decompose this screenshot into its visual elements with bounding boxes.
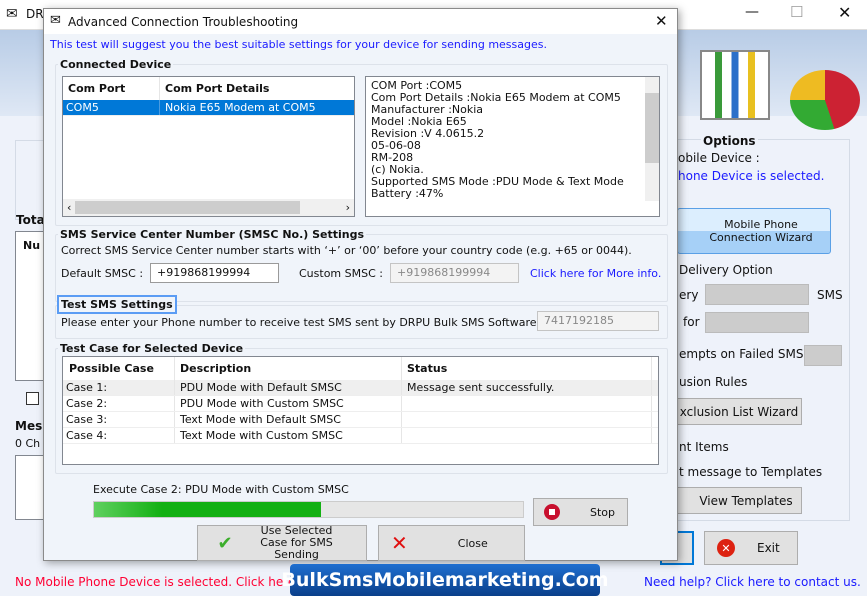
checkbox[interactable] — [26, 392, 39, 405]
column-header[interactable]: Status — [402, 357, 652, 380]
cell: PDU Mode with Custom SMSC — [175, 396, 402, 411]
test-case-label: Test Case for Selected Device — [58, 342, 246, 355]
maximize-button[interactable]: ☐ — [790, 3, 803, 21]
options-title: Options — [701, 134, 758, 148]
cell: Text Mode with Custom SMSC — [175, 428, 402, 443]
scroll-right-icon[interactable]: › — [346, 201, 350, 214]
check-icon: ✔ — [217, 532, 233, 554]
char-count: 0 Ch — [15, 437, 41, 450]
message-label: Mes — [15, 419, 43, 433]
test-case-table[interactable]: Possible Case Description Status Case 1:… — [62, 356, 659, 465]
sent-items-label: nt Items — [679, 440, 729, 454]
view-templates-button[interactable]: View Templates — [660, 487, 802, 514]
sms-label: SMS — [817, 288, 843, 302]
close-main-button[interactable]: ✕ — [838, 3, 851, 22]
total-label: Tota — [16, 213, 45, 227]
chart-graphic-icon — [700, 50, 770, 120]
connection-wizard-button[interactable]: Mobile Phone Connection Wizard — [677, 208, 831, 254]
close-button[interactable]: ✕ Close — [378, 525, 525, 561]
column-header[interactable]: Description — [175, 357, 402, 380]
progress-bar — [93, 501, 524, 518]
column-header[interactable]: Possible Case — [63, 357, 175, 380]
default-smsc-input[interactable]: +919868199994 — [150, 263, 279, 283]
smsc-label: SMS Service Center Number (SMSC No.) Set… — [58, 228, 367, 241]
test-sms-hint: Please enter your Phone number to receiv… — [61, 316, 541, 329]
attempts-label: empts on Failed SMS — [679, 347, 804, 361]
dialog-title: Advanced Connection Troubleshooting — [68, 15, 299, 29]
use-selected-case-button[interactable]: ✔ Use Selected Case for SMS Sending — [197, 525, 367, 561]
table-row[interactable]: Case 1: PDU Mode with Default SMSC Message… — [63, 380, 658, 396]
cell — [402, 428, 652, 443]
status-error-link[interactable]: No Mobile Phone Device is selected. Clic… — [15, 575, 304, 589]
exit-icon: ✕ — [717, 539, 735, 557]
cell: Case 3: — [63, 412, 175, 427]
delivery-label: ery — [679, 288, 699, 302]
num-column-header: Nu — [23, 239, 41, 252]
detail-line: Battery :47% — [371, 187, 444, 200]
message-textarea[interactable] — [15, 455, 45, 520]
cell: Message sent successfully. — [402, 380, 652, 395]
vertical-scrollbar[interactable] — [645, 77, 659, 201]
scroll-thumb[interactable] — [645, 93, 659, 163]
delivery-combo[interactable] — [705, 284, 809, 305]
dialog-app-icon: ✉ — [50, 13, 61, 28]
progress-fill — [94, 502, 322, 517]
device-details-box[interactable]: COM Port :COM5 Com Port Details :Nokia E6… — [365, 76, 660, 217]
cell — [402, 412, 652, 427]
for-combo[interactable] — [705, 312, 809, 333]
templates-label: t message to Templates — [679, 465, 823, 479]
cell — [402, 396, 652, 411]
default-smsc-label: Default SMSC : — [61, 267, 144, 280]
test-sms-label: Test SMS Settings — [57, 295, 177, 314]
cell: Text Mode with Default SMSC — [175, 412, 402, 427]
table-row[interactable]: COM5 Nokia E65 Modem at COM5 — [63, 100, 354, 116]
dialog-close-button[interactable]: ✕ — [655, 12, 668, 30]
scroll-thumb[interactable] — [75, 201, 301, 214]
com-port-list[interactable]: Com Port Com Port Details COM5 Nokia E65… — [62, 76, 355, 217]
cell: COM5 — [63, 100, 160, 115]
device-details-text: COM Port :COM5 Com Port Details :Nokia E6… — [371, 80, 654, 200]
cell: Case 2: — [63, 396, 175, 411]
intro-text: This test will suggest you the best suit… — [50, 38, 547, 51]
close-x-icon: ✕ — [391, 531, 408, 555]
test-phone-input[interactable]: 7417192185 — [537, 311, 659, 331]
column-header[interactable]: Com Port — [63, 77, 160, 100]
smsc-hint: Correct SMS Service Center number starts… — [61, 244, 632, 257]
pie-graphic-icon — [790, 70, 860, 130]
more-info-link[interactable]: Click here for More info. — [530, 267, 661, 280]
cell: PDU Mode with Default SMSC — [175, 380, 402, 395]
table-row[interactable]: Case 4: Text Mode with Custom SMSC — [63, 428, 658, 444]
exclusion-rules-label: usion Rules — [679, 375, 748, 389]
device-status: hone Device is selected. — [678, 169, 825, 183]
cell: Case 1: — [63, 380, 175, 395]
troubleshooting-dialog: ✉ Advanced Connection Troubleshooting ✕ … — [43, 8, 678, 561]
scroll-left-icon[interactable]: ‹ — [67, 201, 71, 214]
connected-device-label: Connected Device — [58, 58, 174, 71]
table-row[interactable]: Case 2: PDU Mode with Custom SMSC — [63, 396, 658, 412]
table-row[interactable]: Case 3: Text Mode with Default SMSC — [63, 412, 658, 428]
detail-line: 05-06-08 — [371, 139, 421, 152]
delivery-option-label: Delivery Option — [679, 263, 773, 277]
exit-button[interactable]: ✕ Exit — [704, 531, 798, 565]
for-label: for — [683, 315, 700, 329]
horizontal-scrollbar[interactable]: ‹ › — [63, 199, 354, 216]
custom-smsc-input[interactable]: +919868199994 — [390, 263, 519, 283]
execute-status: Execute Case 2: PDU Mode with Custom SMS… — [93, 483, 349, 496]
column-header[interactable]: Com Port Details — [160, 77, 350, 100]
exclusion-wizard-button[interactable]: xclusion List Wizard — [660, 398, 802, 425]
cell: Case 4: — [63, 428, 175, 443]
mobile-device-label: obile Device : — [678, 151, 760, 165]
numbers-list[interactable]: Nu — [15, 231, 45, 381]
help-link[interactable]: Need help? Click here to contact us. — [644, 575, 861, 589]
cell: Nokia E65 Modem at COM5 — [165, 101, 316, 114]
stop-button[interactable]: Stop — [533, 498, 628, 526]
minimize-button[interactable]: — — [745, 4, 759, 20]
dialog-title-bar: ✉ Advanced Connection Troubleshooting ✕ — [44, 9, 677, 34]
watermark-logo: BulkSmsMobilemarketing.Com — [281, 564, 609, 596]
custom-smsc-label: Custom SMSC : — [299, 267, 383, 280]
app-icon: ✉ — [6, 6, 18, 22]
stop-icon — [544, 504, 560, 520]
attempts-combo[interactable] — [804, 345, 842, 366]
